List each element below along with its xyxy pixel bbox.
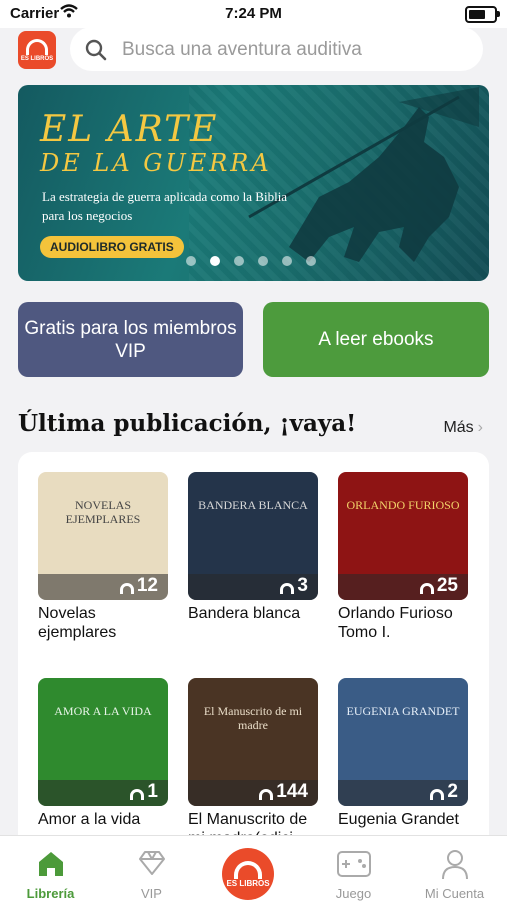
- book-cover[interactable]: BANDERA BLANCA 3: [188, 472, 318, 600]
- banner-badge: AUDIOLIBRO GRATIS: [40, 236, 184, 258]
- book-cover[interactable]: AMOR A LA VIDA 1: [38, 678, 168, 806]
- knight-illustration: [248, 87, 479, 262]
- carousel-dot[interactable]: [234, 256, 244, 266]
- episode-count-value: 3: [297, 575, 308, 596]
- headphones-icon: [280, 582, 295, 594]
- episode-count: 144: [259, 781, 308, 803]
- vip-free-button[interactable]: Gratis para los miembros VIP: [18, 302, 243, 377]
- search-input[interactable]: [120, 33, 474, 67]
- read-ebooks-button[interactable]: A leer ebooks: [263, 302, 489, 377]
- tab-label: Juego: [335, 886, 372, 901]
- tab-label: Librería: [26, 886, 75, 901]
- person-icon: [441, 850, 468, 880]
- banner-subtitle: La estrategia de guerra aplicada como la…: [42, 189, 288, 223]
- headphones-icon: [119, 582, 134, 594]
- gamepad-icon: [336, 851, 371, 877]
- tab-mi-cuenta[interactable]: Mi Cuenta: [404, 836, 505, 901]
- book-item[interactable]: El Manuscrito de mi madre 144 El Manuscrit…: [188, 678, 318, 848]
- banner-title-line2: DE LA GUERRA: [40, 149, 272, 177]
- carousel-dots[interactable]: [186, 256, 316, 266]
- book-title: Amor a la vida: [38, 811, 141, 828]
- tab-juego[interactable]: Juego: [303, 836, 404, 901]
- diamond-icon: [138, 851, 165, 875]
- book-item[interactable]: AMOR A LA VIDA 1 Amor a la vida: [38, 678, 168, 829]
- episode-count: 3: [280, 575, 308, 597]
- book-title: Novelas ejemplares: [38, 605, 117, 641]
- play-center-icon: [234, 860, 262, 879]
- book-cover-text: NOVELAS EJEMPLARES: [65, 498, 141, 526]
- battery-icon: [465, 6, 500, 23]
- episode-count-value: 2: [447, 781, 458, 802]
- episode-count-value: 25: [436, 575, 458, 596]
- episode-count-value: 12: [136, 575, 158, 596]
- episode-count: 2: [430, 781, 458, 803]
- headphones-icon: [259, 788, 274, 800]
- section-title: Última publicación, ¡vaya!: [18, 410, 357, 437]
- episode-count: 1: [130, 781, 158, 803]
- book-title: Eugenia Grandet: [338, 811, 459, 828]
- carousel-dot[interactable]: [258, 256, 268, 266]
- book-cover[interactable]: El Manuscrito de mi madre 144: [188, 678, 318, 806]
- book-item[interactable]: NOVELAS EJEMPLARES 12 Novelas ejemplares: [38, 472, 168, 642]
- episode-count-value: 1: [147, 781, 158, 802]
- book-cover-text: ORLANDO FURIOSO: [346, 498, 460, 512]
- chevron-right-icon: ›: [477, 419, 483, 436]
- book-cover[interactable]: ORLANDO FURIOSO 25: [338, 472, 468, 600]
- tab-vip[interactable]: VIP: [101, 836, 202, 901]
- episode-count: 12: [119, 575, 158, 597]
- search-icon: [85, 39, 107, 61]
- headphones-icon: [419, 582, 434, 594]
- book-cover-text: BANDERA BLANCA: [198, 498, 308, 512]
- search-bar[interactable]: [70, 27, 483, 71]
- center-button-text: ES LIBROS: [226, 878, 270, 888]
- book-title: Bandera blanca: [188, 605, 301, 622]
- logo-text: ES LIBROS: [20, 55, 54, 62]
- carousel-dot[interactable]: [306, 256, 316, 266]
- tab-label: VIP: [141, 886, 162, 901]
- book-cover-text: AMOR A LA VIDA: [54, 704, 152, 718]
- book-cover-text: EUGENIA GRANDET: [346, 704, 460, 718]
- carousel-dot[interactable]: [282, 256, 292, 266]
- app-logo[interactable]: ES LIBROS: [18, 31, 56, 69]
- headphones-logo-icon: [26, 38, 48, 55]
- book-item[interactable]: ORLANDO FURIOSO 25 Orlando Furioso Tomo I.: [338, 472, 468, 642]
- book-title: Orlando Furioso Tomo I.: [338, 605, 453, 641]
- more-label: Más: [443, 419, 474, 436]
- episode-count: 25: [419, 575, 458, 597]
- status-bar: Carrier 7:24 PM: [0, 0, 507, 28]
- tab-label: Mi Cuenta: [424, 886, 485, 901]
- headphones-icon: [430, 788, 445, 800]
- status-time: 7:24 PM: [225, 5, 282, 22]
- carousel-dot[interactable]: [210, 256, 220, 266]
- banner-title-line1: EL ARTE: [40, 109, 219, 150]
- book-cover[interactable]: EUGENIA GRANDET 2: [338, 678, 468, 806]
- promo-banner[interactable]: EL ARTE DE LA GUERRA La estrategia de gu…: [18, 85, 489, 281]
- more-link[interactable]: Más ›: [443, 419, 483, 437]
- center-play-button[interactable]: ES LIBROS: [222, 848, 274, 900]
- book-cover-text: El Manuscrito de mi madre: [203, 704, 303, 732]
- headphones-icon: [130, 788, 145, 800]
- book-cover[interactable]: NOVELAS EJEMPLARES 12: [38, 472, 168, 600]
- episode-count-value: 144: [276, 781, 308, 802]
- book-item[interactable]: BANDERA BLANCA 3 Bandera blanca: [188, 472, 318, 623]
- carousel-dot[interactable]: [186, 256, 196, 266]
- home-icon: [38, 852, 63, 876]
- book-grid: NOVELAS EJEMPLARES 12 Novelas ejemplares BA…: [18, 452, 489, 847]
- book-item[interactable]: EUGENIA GRANDET 2 Eugenia Grandet: [338, 678, 468, 829]
- tab-libreria[interactable]: Librería: [0, 836, 101, 901]
